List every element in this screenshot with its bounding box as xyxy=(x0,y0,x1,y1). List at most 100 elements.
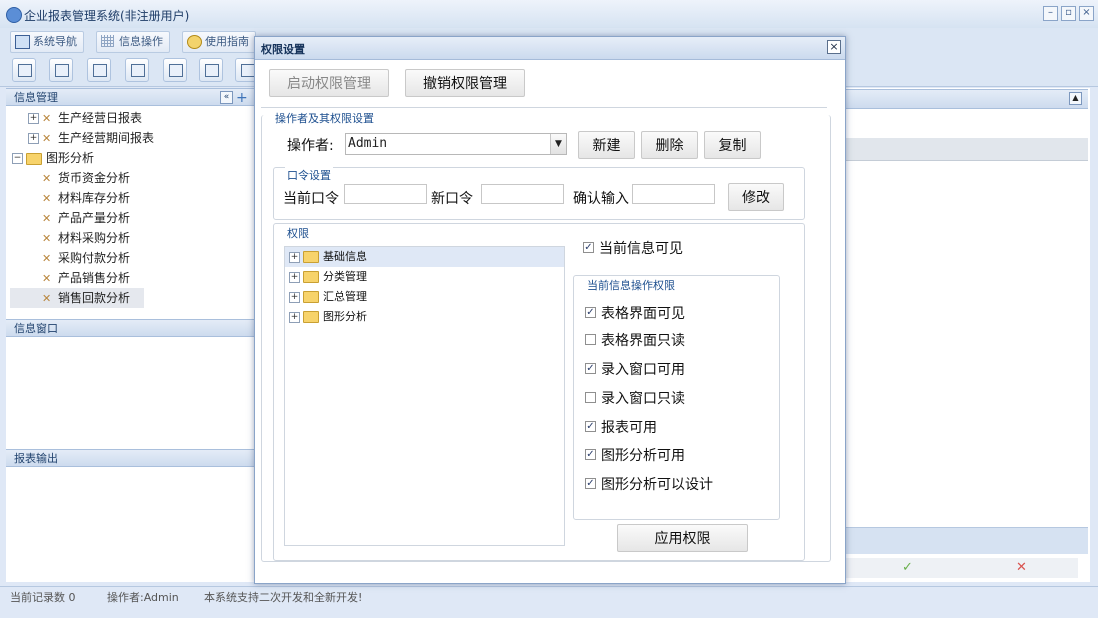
collapse-icon[interactable]: « xyxy=(220,91,233,104)
ops-checkbox-graph-enabled[interactable]: ✓ xyxy=(585,449,596,460)
tree-item-daily-report[interactable]: + ✕ 生产经营日报表 xyxy=(6,108,254,128)
confirm-icon[interactable]: ✓ xyxy=(902,560,913,575)
revoke-permission-button[interactable]: 撤销权限管理 xyxy=(405,69,525,97)
current-password-field[interactable] xyxy=(344,184,427,204)
operator-select[interactable]: Admin ▼ xyxy=(345,133,567,155)
dialog-titlebar: 权限设置 × xyxy=(255,37,845,60)
search-icon[interactable] xyxy=(12,58,36,82)
maximize-icon[interactable]: ▫ xyxy=(1061,6,1076,21)
right-bottom-bar xyxy=(845,527,1088,554)
password-section-legend: 口令设置 xyxy=(285,167,333,183)
nav-tree: + ✕ 生产经营日报表 + ✕ 生产经营期间报表 − 图形分析 ✕ 货币资金分析 ✕ 材料库存… xyxy=(6,108,254,308)
confirm-password-label: 确认输入 xyxy=(573,191,629,207)
expand-icon[interactable]: + xyxy=(289,271,300,283)
ops-label-graph-enabled: 图形分析可用 xyxy=(601,448,685,464)
apply-permission-button[interactable]: 应用权限 xyxy=(617,524,748,552)
tree-item-sales-analysis[interactable]: ✕ 产品销售分析 xyxy=(6,268,254,288)
folder-icon xyxy=(26,152,42,165)
tree-item-period-report[interactable]: + ✕ 生产经营期间报表 xyxy=(6,128,254,148)
ops-checkbox-report-enabled[interactable]: ✓ xyxy=(585,421,596,432)
new-password-field[interactable] xyxy=(481,184,564,204)
tree-item-payment-analysis[interactable]: ✕ 采购付款分析 xyxy=(6,248,254,268)
tab-user-guide[interactable]: 使用指南 xyxy=(182,31,256,53)
collapse-up-icon[interactable]: ▲ xyxy=(1069,92,1082,105)
perm-tree-item-summary[interactable]: + 汇总管理 xyxy=(285,287,564,307)
edit-icon[interactable] xyxy=(199,58,223,82)
ops-permission-legend: 当前信息操作权限 xyxy=(585,277,677,293)
tab-info-ops[interactable]: 信息操作 xyxy=(96,31,170,53)
list-icon[interactable] xyxy=(49,58,73,82)
monitor-icon[interactable] xyxy=(163,58,187,82)
info-visible-checkbox[interactable]: ✓ xyxy=(583,242,594,253)
right-content-area xyxy=(845,88,1090,582)
ops-label-entry-enabled: 录入窗口可用 xyxy=(601,362,685,378)
monitor-icon xyxy=(15,35,30,49)
chart-leaf-icon: ✕ xyxy=(42,251,52,265)
left-panel: 信息管理 « + + ✕ 生产经营日报表 + ✕ 生产经营期间报表 − 图形分析 ✕ 货币资… xyxy=(6,88,255,582)
chart-leaf-icon: ✕ xyxy=(42,111,52,125)
expand-icon[interactable]: + xyxy=(289,311,300,323)
document-icon[interactable] xyxy=(87,58,111,82)
window-titlebar: 企业报表管理系统(非注册用户) – ▫ × xyxy=(0,0,1098,29)
tab-system-nav[interactable]: 系统导航 xyxy=(10,31,84,53)
tree-item-material-purchase[interactable]: ✕ 材料采购分析 xyxy=(6,228,254,248)
expand-icon[interactable]: + xyxy=(28,133,39,144)
minimize-icon[interactable]: – xyxy=(1043,6,1058,21)
expand-icon[interactable]: + xyxy=(28,113,39,124)
right-table-header xyxy=(845,138,1088,161)
folder-icon xyxy=(303,251,319,263)
cancel-icon[interactable]: ✕ xyxy=(1016,560,1027,575)
folder-icon xyxy=(303,271,319,283)
tree-item-cash-analysis[interactable]: ✕ 货币资金分析 xyxy=(6,168,254,188)
folder-icon xyxy=(303,311,319,323)
chart-leaf-icon: ✕ xyxy=(42,291,52,305)
ops-checkbox-graph-design[interactable]: ✓ xyxy=(585,478,596,489)
new-password-label: 新口令 xyxy=(431,191,473,207)
dialog-close-icon[interactable]: × xyxy=(827,40,841,54)
permission-dialog: 权限设置 × 启动权限管理 撤销权限管理 操作者及其权限设置 操作者: Admi… xyxy=(254,36,846,584)
modify-password-button[interactable]: 修改 xyxy=(728,183,784,211)
operator-select-value: Admin xyxy=(348,136,388,151)
expand-icon[interactable]: + xyxy=(289,291,300,303)
record-count: 当前记录数 0 xyxy=(10,591,76,604)
chart-leaf-icon: ✕ xyxy=(42,211,52,225)
chart-leaf-icon: ✕ xyxy=(42,231,52,245)
tree-item-receivable-analysis[interactable]: ✕ 销售回款分析 xyxy=(10,288,144,308)
ops-checkbox-entry-enabled[interactable]: ✓ xyxy=(585,363,596,374)
dialog-title: 权限设置 xyxy=(261,43,305,56)
ops-label-graph-design: 图形分析可以设计 xyxy=(601,477,713,493)
close-icon[interactable]: × xyxy=(1079,6,1094,21)
permission-section-legend: 权限 xyxy=(285,225,311,241)
expand-icon[interactable]: + xyxy=(289,251,300,263)
copy-operator-button[interactable]: 复制 xyxy=(704,131,761,159)
delete-operator-button[interactable]: 删除 xyxy=(641,131,698,159)
operator-section-legend: 操作者及其权限设置 xyxy=(275,110,374,126)
info-panel-header: 信息管理 « + xyxy=(6,88,254,106)
operator-label: 操作者: xyxy=(287,138,334,154)
info-visible-label: 当前信息可见 xyxy=(599,241,683,257)
ops-checkbox-table-visible[interactable]: ✓ xyxy=(585,307,596,318)
ops-checkbox-entry-readonly[interactable] xyxy=(585,392,596,403)
collapse-node-icon[interactable]: − xyxy=(12,153,23,164)
tree-item-material-stock[interactable]: ✕ 材料库存分析 xyxy=(6,188,254,208)
perm-tree-item-graph[interactable]: + 图形分析 xyxy=(285,307,564,327)
add-icon[interactable]: + xyxy=(236,89,248,107)
perm-tree-item-basic-info[interactable]: + 基础信息 xyxy=(285,247,564,267)
confirm-password-field[interactable] xyxy=(632,184,715,204)
chevron-down-icon[interactable]: ▼ xyxy=(550,134,566,154)
folder-icon xyxy=(303,291,319,303)
tree-item-graph-analysis[interactable]: − 图形分析 xyxy=(6,148,254,168)
users-icon[interactable] xyxy=(125,58,149,82)
enable-permission-button[interactable]: 启动权限管理 xyxy=(269,69,389,97)
chart-leaf-icon: ✕ xyxy=(42,191,52,205)
help-icon xyxy=(187,35,202,49)
grid-icon xyxy=(101,35,114,47)
right-panel-header: ▲ xyxy=(845,89,1088,109)
current-password-label: 当前口令 xyxy=(283,191,339,207)
ops-label-report-enabled: 报表可用 xyxy=(601,420,657,436)
perm-tree-item-category[interactable]: + 分类管理 xyxy=(285,267,564,287)
ops-label-table-visible: 表格界面可见 xyxy=(601,306,685,322)
tree-item-output-analysis[interactable]: ✕ 产品产量分析 xyxy=(6,208,254,228)
new-operator-button[interactable]: 新建 xyxy=(578,131,635,159)
ops-checkbox-table-readonly[interactable] xyxy=(585,334,596,345)
